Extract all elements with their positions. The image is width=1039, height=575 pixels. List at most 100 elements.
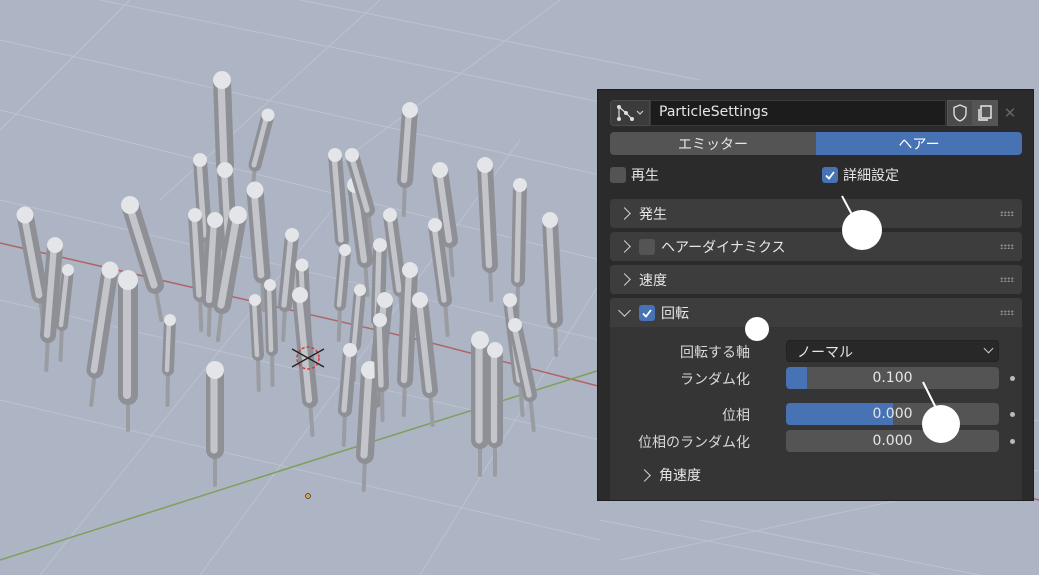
- advanced-checkbox-row[interactable]: 詳細設定: [822, 165, 899, 185]
- phase-label: 位相: [722, 408, 750, 424]
- hair-tip: [101, 261, 119, 279]
- hair-tip: [193, 153, 207, 167]
- hair-dynamics-checkbox[interactable]: [639, 238, 655, 255]
- regrow-label: 再生: [631, 168, 659, 184]
- hair-tip: [229, 206, 247, 224]
- rotation-checkbox[interactable]: [639, 304, 655, 321]
- unlink-button[interactable]: ✕: [998, 100, 1022, 126]
- hair-tip: [373, 313, 387, 327]
- chevron-down-icon: [983, 343, 994, 354]
- hair-tip: [432, 162, 448, 178]
- hair-tip: [246, 181, 264, 199]
- phase-random-label: 位相のランダム化: [638, 435, 750, 451]
- rotation-axis-label: 回転する軸: [680, 345, 750, 361]
- hair-tip: [339, 244, 351, 256]
- hair-tip: [16, 206, 34, 224]
- hair-tip: [207, 212, 223, 228]
- rotation-axis-value: ノーマル: [797, 345, 853, 361]
- advanced-checkbox[interactable]: [822, 167, 838, 183]
- hair-tip: [206, 361, 224, 379]
- hair-tip: [264, 279, 276, 291]
- section-rotation[interactable]: 回転: [610, 298, 1022, 327]
- randomize-value: 0.100: [872, 370, 913, 386]
- hair-tip: [377, 292, 393, 308]
- hair-tip: [121, 196, 139, 214]
- hair-tip: [47, 237, 63, 253]
- hair-tip: [295, 258, 309, 272]
- phase-slider[interactable]: 0.000: [786, 403, 999, 425]
- hair-strand-highlight: [360, 366, 373, 459]
- checkmark-icon: [642, 308, 652, 318]
- hair-tip: [62, 264, 74, 276]
- datablock-name-field[interactable]: ParticleSettings: [650, 100, 946, 126]
- hair-strand-highlight: [164, 317, 172, 373]
- hair-strand-highlight: [217, 76, 228, 169]
- origin-dot-icon: [305, 493, 311, 499]
- hair-tip: [542, 212, 558, 228]
- rotation-section-body: 回転する軸 ノーマル ランダム化 0.100 位相 0.000 位相のランダム化…: [610, 326, 1022, 500]
- section-hair-dynamics-label: ヘアーダイナミクス: [661, 239, 786, 256]
- randomize-slider[interactable]: 0.100: [786, 367, 999, 389]
- regrow-checkbox-row[interactable]: 再生: [610, 165, 659, 185]
- hair-tip: [508, 318, 522, 332]
- hair-tip: [402, 262, 418, 278]
- phase-random-slider[interactable]: 0.000: [786, 430, 999, 452]
- hair-tip: [164, 314, 176, 326]
- hair-tip: [487, 342, 503, 358]
- drag-grip-icon[interactable]: [1000, 211, 1014, 216]
- drag-grip-icon[interactable]: [1000, 277, 1014, 282]
- drag-grip-icon[interactable]: [1000, 244, 1014, 249]
- close-icon: ✕: [1003, 104, 1017, 122]
- checkmark-icon: [825, 171, 835, 180]
- hair-tip: [503, 293, 517, 307]
- section-hair-dynamics[interactable]: ヘアーダイナミクス: [610, 232, 1022, 261]
- hair-tip: [292, 287, 308, 303]
- section-emission-label: 発生: [639, 206, 667, 223]
- tab-emitter[interactable]: エミッター: [610, 132, 816, 155]
- section-velocity[interactable]: 速度: [610, 265, 1022, 294]
- phase-keyframe-dot-icon[interactable]: [1010, 412, 1015, 417]
- hair-tip: [428, 218, 442, 232]
- section-rotation-label: 回転: [661, 305, 689, 322]
- fake-user-button[interactable]: [947, 100, 973, 126]
- duplicate-button[interactable]: [972, 100, 998, 126]
- phase-random-value: 0.000: [872, 433, 913, 449]
- shield-icon: [953, 104, 967, 122]
- hair-tip: [513, 178, 527, 192]
- rotation-axis-dropdown[interactable]: ノーマル: [786, 340, 999, 362]
- randomize-keyframe-dot-icon[interactable]: [1010, 376, 1015, 381]
- hair-tip: [383, 208, 397, 222]
- hair-tip: [285, 228, 299, 242]
- particle-settings-type-button[interactable]: [610, 100, 650, 126]
- datablock-header: ParticleSettings ✕: [610, 100, 1022, 126]
- particle-settings-panel: ParticleSettings ✕ エミッター ヘアー 再生 詳細設定 発生: [597, 89, 1034, 501]
- hair-tip: [345, 148, 359, 162]
- hair-tip: [477, 157, 493, 173]
- particle-type-tabs: エミッター ヘアー: [610, 132, 1022, 155]
- particle-settings-icon: [617, 105, 644, 121]
- hair-tip: [412, 292, 428, 308]
- hair-tip: [213, 71, 231, 89]
- hair-tip: [373, 238, 387, 252]
- chevron-right-icon: [618, 273, 631, 286]
- regrow-checkbox[interactable]: [610, 167, 626, 183]
- subsection-angular-velocity[interactable]: 角速度: [638, 463, 701, 487]
- hair-tip: [261, 108, 275, 122]
- hair-tip: [249, 294, 261, 306]
- hair-strand-highlight: [266, 282, 274, 353]
- hair-tip: [188, 208, 202, 222]
- angular-velocity-label: 角速度: [659, 468, 701, 484]
- randomize-label: ランダム化: [680, 372, 750, 388]
- section-emission[interactable]: 発生: [610, 199, 1022, 228]
- section-velocity-label: 速度: [639, 272, 667, 289]
- chevron-right-icon: [618, 207, 631, 220]
- phase-random-keyframe-dot-icon[interactable]: [1010, 439, 1015, 444]
- hair-tip: [471, 331, 489, 349]
- hair-tip: [217, 162, 233, 178]
- phase-value: 0.000: [872, 406, 913, 422]
- hair-strand-highlight: [514, 182, 522, 283]
- drag-grip-icon[interactable]: [1000, 310, 1014, 315]
- tab-hair[interactable]: ヘアー: [816, 132, 1022, 155]
- chevron-down-icon: [618, 303, 631, 317]
- advanced-label: 詳細設定: [843, 168, 899, 184]
